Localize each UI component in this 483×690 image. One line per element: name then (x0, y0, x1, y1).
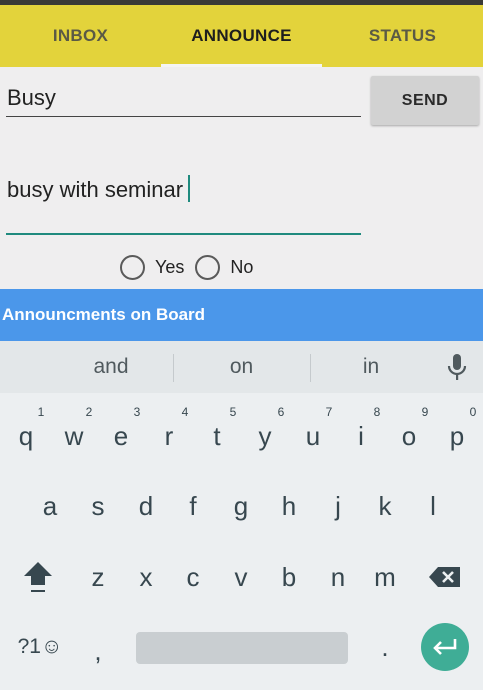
radio-no[interactable] (195, 254, 221, 280)
space-bar[interactable] (136, 632, 348, 664)
key-s[interactable]: s (78, 481, 118, 531)
key-g[interactable]: g (221, 481, 261, 531)
yes-no-radio-group: Yes No (120, 253, 264, 281)
tab-bar: INBOX ANNOUNCE STATUS (0, 5, 483, 67)
backspace-icon[interactable] (425, 552, 465, 602)
board-banner: Announcments on Board (0, 289, 483, 341)
key-r[interactable]: r (149, 411, 189, 461)
key-i[interactable]: i (341, 411, 381, 461)
key-q[interactable]: q (6, 411, 46, 461)
title-field[interactable]: Busy (6, 81, 361, 117)
key-l[interactable]: l (413, 481, 453, 531)
enter-icon (433, 639, 457, 655)
radio-yes-label: Yes (155, 256, 185, 277)
suggestion-item[interactable]: on (174, 341, 309, 393)
symbols-key[interactable]: ?1☺ (10, 622, 70, 672)
key-u[interactable]: u (293, 411, 333, 461)
tab-inbox[interactable]: INBOX (0, 5, 161, 67)
suggestion-bar: and on in (0, 341, 483, 393)
enter-key[interactable] (421, 623, 469, 671)
message-field[interactable]: busy with seminar (6, 168, 361, 235)
text-cursor (188, 175, 191, 202)
comma-key[interactable]: , (78, 626, 118, 676)
key-p[interactable]: p (437, 411, 477, 461)
key-b[interactable]: b (269, 552, 309, 602)
key-m[interactable]: m (365, 552, 405, 602)
tab-status[interactable]: STATUS (322, 5, 483, 67)
key-o[interactable]: o (389, 411, 429, 461)
key-w[interactable]: w (54, 411, 94, 461)
key-v[interactable]: v (221, 552, 261, 602)
radio-no-label: No (230, 256, 254, 277)
key-a[interactable]: a (30, 481, 70, 531)
key-f[interactable]: f (173, 481, 213, 531)
key-k[interactable]: k (365, 481, 405, 531)
key-j[interactable]: j (318, 481, 358, 531)
radio-yes[interactable] (120, 254, 145, 280)
key-c[interactable]: c (173, 552, 213, 602)
message-field-value: busy with seminar (7, 177, 184, 202)
title-field-value: Busy (7, 85, 56, 110)
key-e[interactable]: e (101, 411, 141, 461)
suggestion-item[interactable]: and (50, 341, 172, 393)
soft-keyboard: and on in 1 2 3 4 5 6 7 8 9 0 q w e r t … (0, 341, 483, 690)
key-x[interactable]: x (126, 552, 166, 602)
tab-announce[interactable]: ANNOUNCE (161, 5, 322, 67)
key-y[interactable]: y (245, 411, 285, 461)
send-button[interactable]: SEND (371, 76, 479, 125)
key-t[interactable]: t (197, 411, 237, 461)
suggestion-item[interactable]: in (311, 341, 431, 393)
mic-icon[interactable] (437, 342, 477, 392)
key-z[interactable]: z (78, 552, 118, 602)
period-key[interactable]: . (365, 622, 405, 672)
shift-icon[interactable] (18, 552, 58, 602)
announce-form: Busy SEND busy with seminar Yes No (0, 67, 483, 289)
key-d[interactable]: d (126, 481, 166, 531)
key-n[interactable]: n (318, 552, 358, 602)
key-h[interactable]: h (269, 481, 309, 531)
board-title: Announcments on Board (2, 305, 206, 324)
